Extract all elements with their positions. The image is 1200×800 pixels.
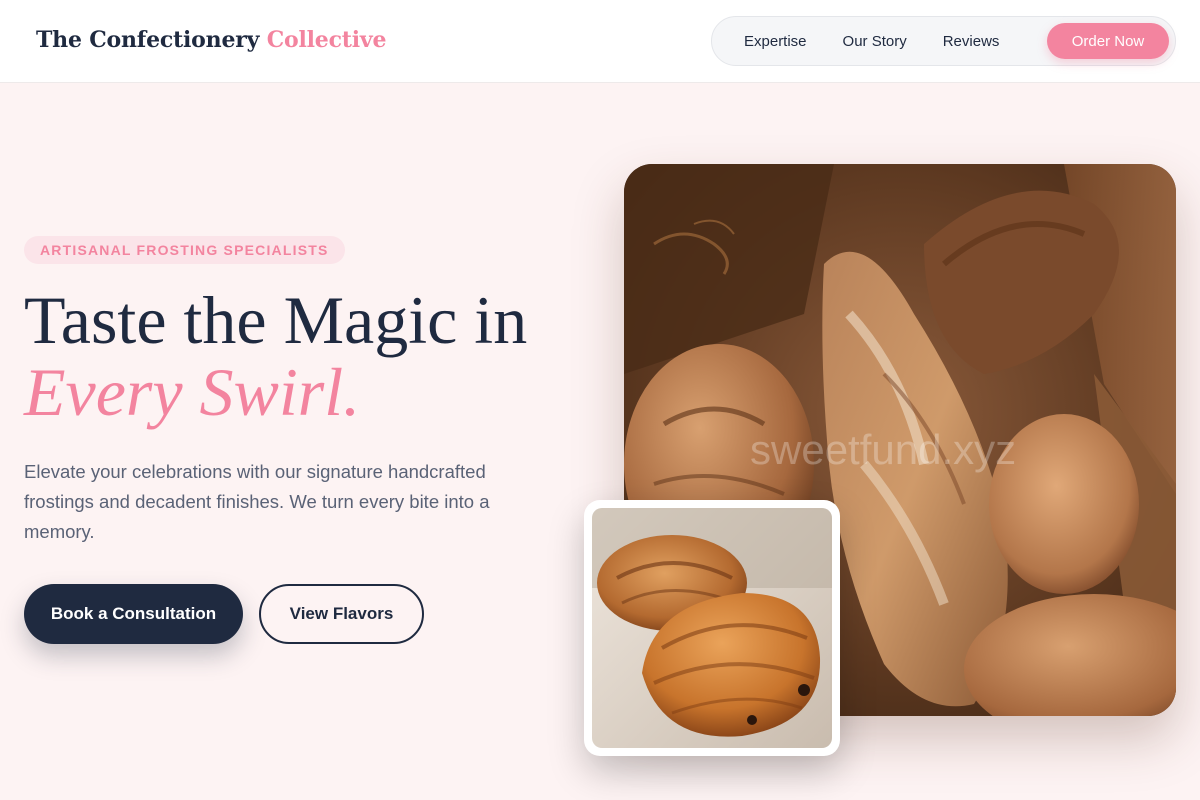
order-now-button[interactable]: Order Now xyxy=(1047,23,1169,59)
site-header: The Confectionery Collective Expertise O… xyxy=(0,0,1200,83)
brand-logo[interactable]: The Confectionery Collective xyxy=(36,27,386,53)
view-flavors-button[interactable]: View Flavors xyxy=(259,584,424,644)
image-watermark: sweetfund.xyz xyxy=(750,426,1017,473)
nav-link-expertise[interactable]: Expertise xyxy=(728,33,823,50)
inset-photo-frame xyxy=(592,508,832,748)
brand-name: The Confectionery xyxy=(36,27,260,53)
inset-croissant-image xyxy=(584,500,840,756)
hero-description: Elevate your celebrations with our signa… xyxy=(24,461,490,542)
brand-accent: Collective xyxy=(266,27,387,53)
main-nav: Expertise Our Story Reviews Order Now xyxy=(711,16,1176,66)
book-consultation-button[interactable]: Book a Consultation xyxy=(24,584,243,644)
headline-line-1: Taste the Magic in xyxy=(24,282,528,358)
nav-link-our-story[interactable]: Our Story xyxy=(827,33,923,50)
nav-link-reviews[interactable]: Reviews xyxy=(927,33,1016,50)
croissant-photo-illustration xyxy=(592,508,832,748)
hero-headline: Taste the Magic in Every Swirl. xyxy=(24,284,527,428)
headline-line-2: Every Swirl. xyxy=(24,354,361,430)
hero-eyebrow-badge: ARTISANAL FROSTING SPECIALISTS xyxy=(24,236,345,264)
